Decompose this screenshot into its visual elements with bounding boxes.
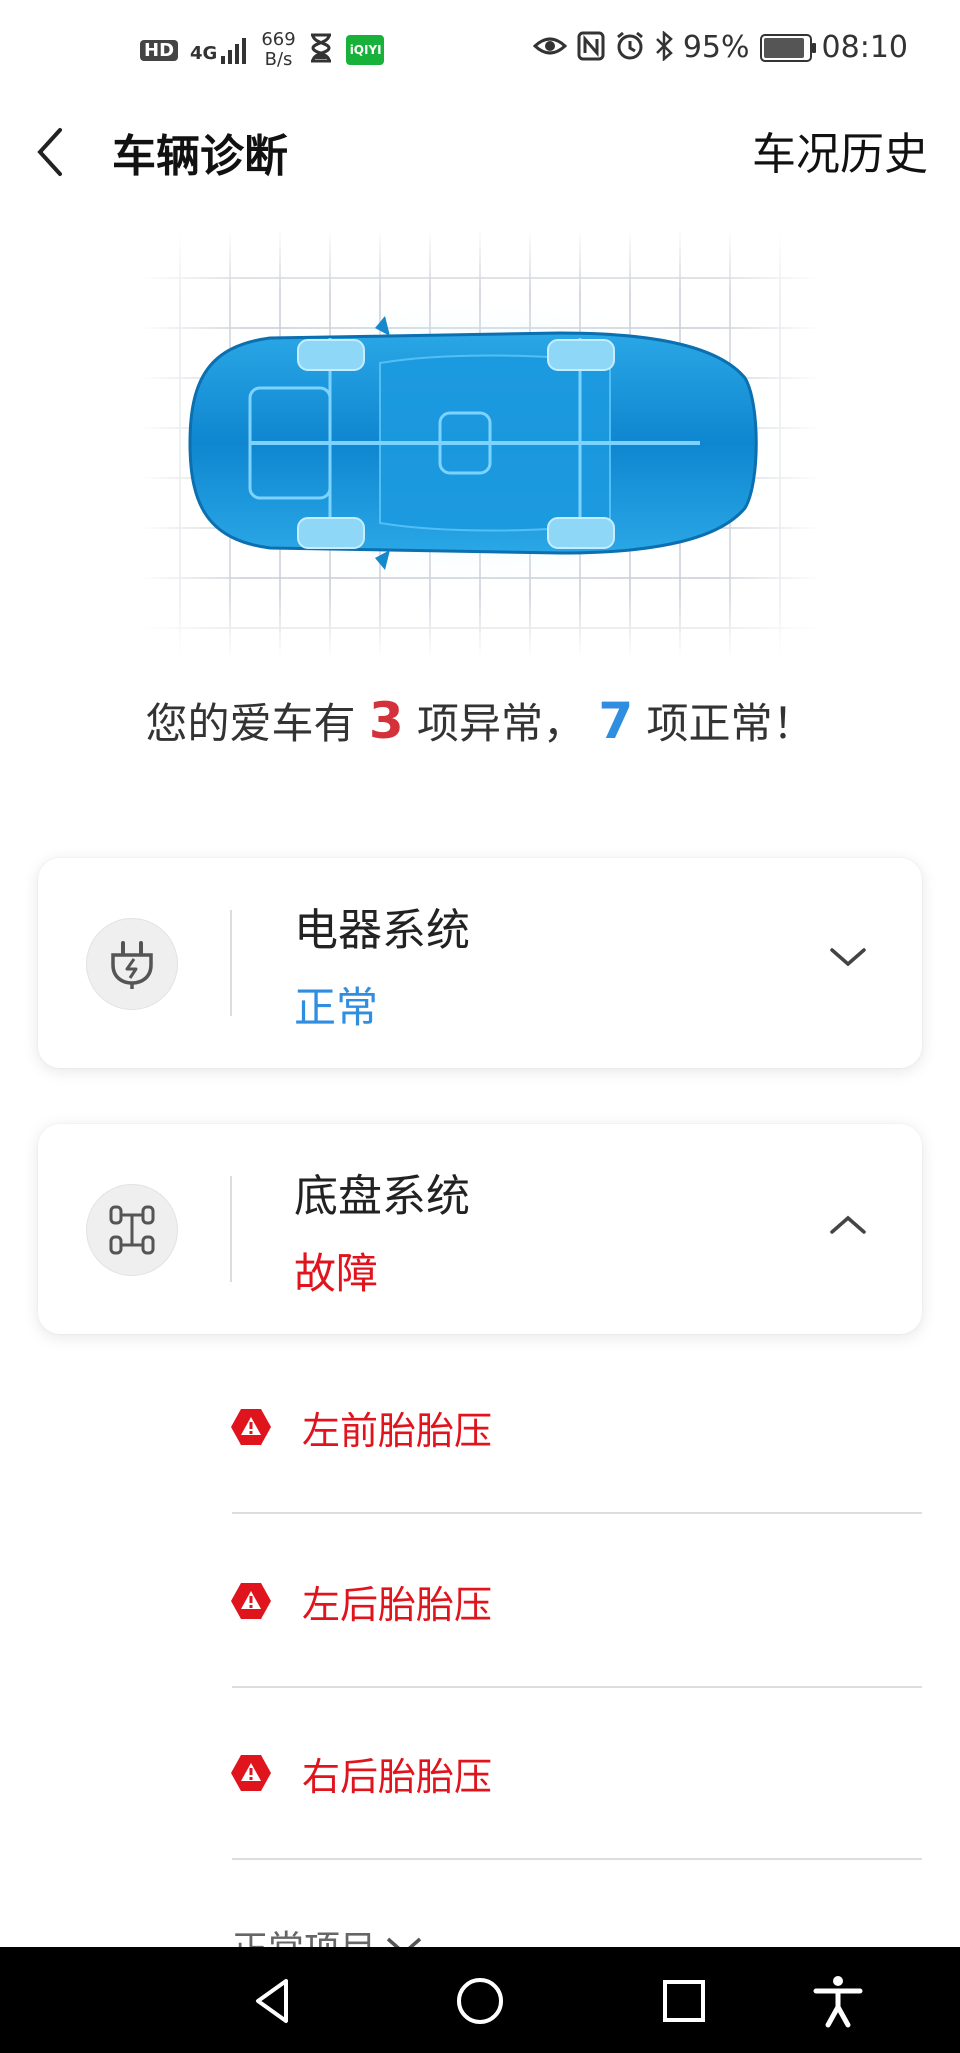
- issue-label: 左后胎胎压: [302, 1583, 493, 1627]
- battery-percent: 95%: [682, 30, 750, 65]
- chevron-down-icon[interactable]: [826, 936, 870, 980]
- status-bar: HD 4G 669 B/s iQIYI 95% 08:10: [0, 0, 960, 110]
- nav-back-button[interactable]: [246, 1973, 302, 2029]
- issue-item[interactable]: 左后胎胎压: [230, 1514, 922, 1688]
- warning-icon: [231, 1409, 271, 1445]
- nav-recents-icon: [663, 1980, 705, 2022]
- chevron-up-icon[interactable]: [826, 1202, 870, 1246]
- normal-count: 7: [598, 692, 634, 750]
- back-button[interactable]: [30, 112, 90, 188]
- nav-recents-button[interactable]: [656, 1973, 712, 2029]
- diagnosis-summary: 您的爱车有 3 项异常， 7 项正常！: [0, 690, 960, 751]
- issue-label: 右后胎胎压: [302, 1755, 493, 1799]
- hourglass-icon: [308, 33, 334, 67]
- net-speed-unit: B/s: [264, 49, 293, 70]
- status-left: HD 4G 669 B/s iQIYI: [140, 30, 384, 70]
- network-type: 4G: [190, 43, 218, 64]
- system-card-chassis[interactable]: 底盘系统 故障: [38, 1124, 922, 1334]
- issue-label: 左前胎胎压: [302, 1409, 493, 1453]
- accessibility-button[interactable]: [810, 1973, 866, 2029]
- page-title: 车辆诊断: [112, 131, 288, 182]
- system-status: 故障: [294, 1249, 379, 1298]
- signal-icon: 4G: [190, 36, 249, 64]
- warning-icon: [231, 1583, 271, 1619]
- bluetooth-icon: [655, 29, 673, 65]
- summary-middle: 项异常，: [416, 699, 585, 748]
- separator: [232, 1858, 922, 1860]
- system-nav-bar: [0, 1947, 960, 2053]
- system-status: 正常: [294, 983, 379, 1032]
- plug-icon: [86, 918, 178, 1010]
- chassis-icon: [86, 1184, 178, 1276]
- app-header: 车辆诊断 车况历史: [0, 100, 960, 200]
- nav-home-icon: [457, 1978, 503, 2024]
- net-speed-value: 669: [261, 29, 296, 50]
- history-button[interactable]: 车况历史: [752, 118, 928, 182]
- iqiyi-icon: iQIYI: [345, 35, 384, 65]
- warning-icon: [231, 1755, 271, 1791]
- issue-item[interactable]: 右后胎胎压: [230, 1686, 922, 1860]
- summary-suffix: 项正常！: [646, 699, 815, 748]
- clock: 08:10: [821, 30, 908, 65]
- accessibility-icon: [813, 1976, 863, 2028]
- card-divider: [230, 1176, 232, 1282]
- battery-icon: [759, 33, 816, 62]
- abnormal-count: 3: [368, 692, 404, 750]
- system-name: 电器系统: [294, 905, 470, 956]
- nav-back-icon: [256, 1979, 288, 2023]
- alarm-icon: [615, 31, 645, 65]
- issue-item[interactable]: 左前胎胎压: [230, 1340, 922, 1514]
- car-illustration: [140, 228, 820, 658]
- system-name: 底盘系统: [294, 1171, 470, 1222]
- summary-prefix: 您的爱车有: [145, 699, 356, 748]
- hd-badge: HD: [140, 39, 179, 61]
- nfc-icon: [577, 31, 605, 65]
- status-right: 95% 08:10: [532, 29, 908, 65]
- back-arrow-icon: [37, 128, 62, 176]
- nav-home-button[interactable]: [452, 1973, 508, 2029]
- net-speed: 669 B/s: [261, 30, 295, 70]
- card-divider: [230, 910, 232, 1016]
- system-card-electrical[interactable]: 电器系统 正常: [38, 858, 922, 1068]
- eye-icon: [532, 34, 568, 62]
